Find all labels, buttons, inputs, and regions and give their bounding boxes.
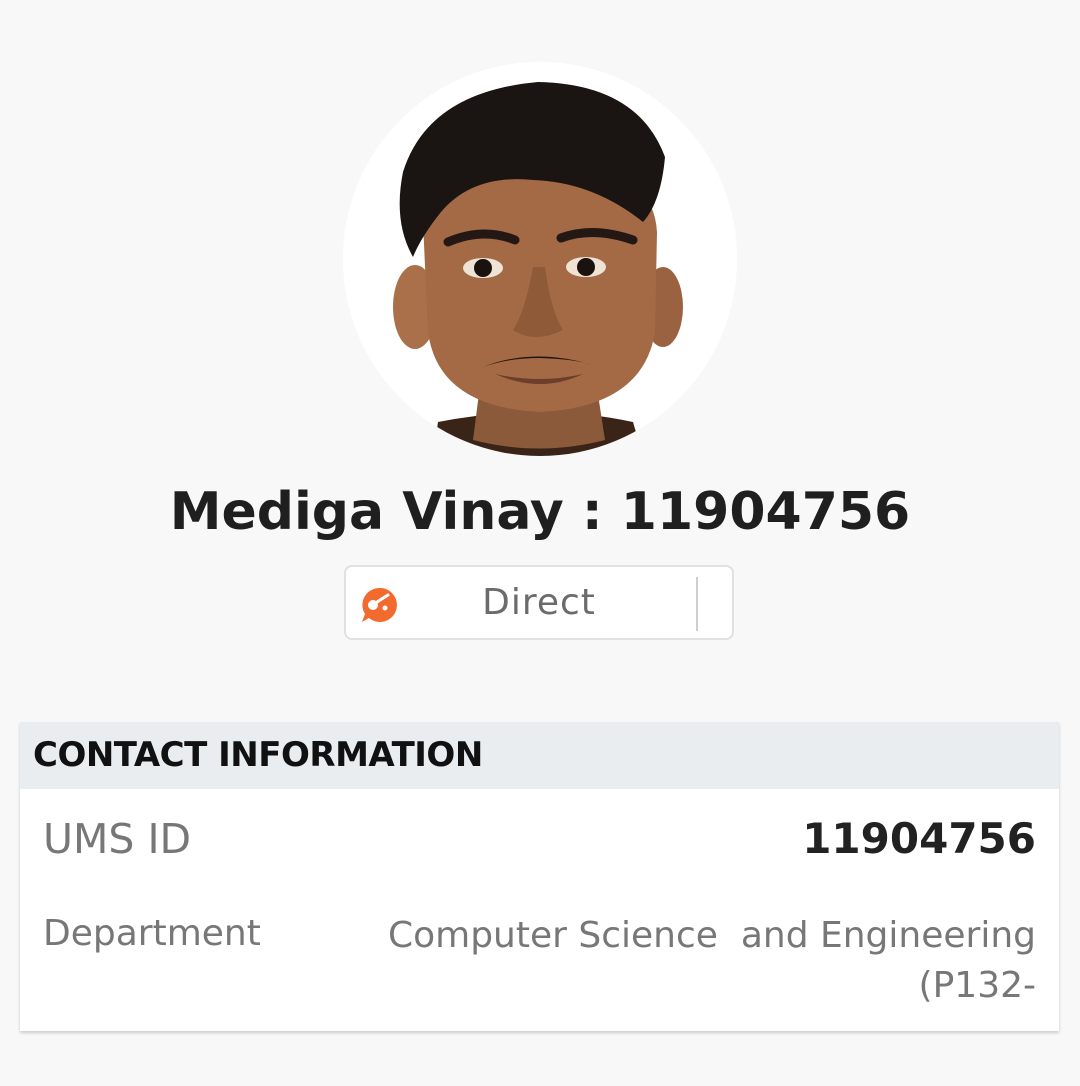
chat-bubble-icon <box>362 587 397 622</box>
contact-information-card: CONTACT INFORMATION UMS ID 11904756 Depa… <box>20 722 1059 1031</box>
department-label: Department <box>43 913 261 954</box>
section-title: CONTACT INFORMATION <box>33 735 483 775</box>
button-divider <box>696 577 698 631</box>
direct-button-label: Direct <box>482 582 596 623</box>
profile-photo <box>343 62 737 456</box>
ums-id-label: UMS ID <box>43 815 192 863</box>
direct-button[interactable]: Direct <box>344 565 734 640</box>
avatar <box>343 62 737 456</box>
contact-information-header: CONTACT INFORMATION <box>20 722 1059 789</box>
profile-page: Mediga Vinay : 11904756 Direct CONTACT I… <box>0 0 1080 1086</box>
ums-id-value: 11904756 <box>802 814 1036 863</box>
department-value: Computer Science and Engineering (P132- <box>387 915 1036 1006</box>
profile-name: Mediga Vinay : 11904756 <box>169 482 911 542</box>
